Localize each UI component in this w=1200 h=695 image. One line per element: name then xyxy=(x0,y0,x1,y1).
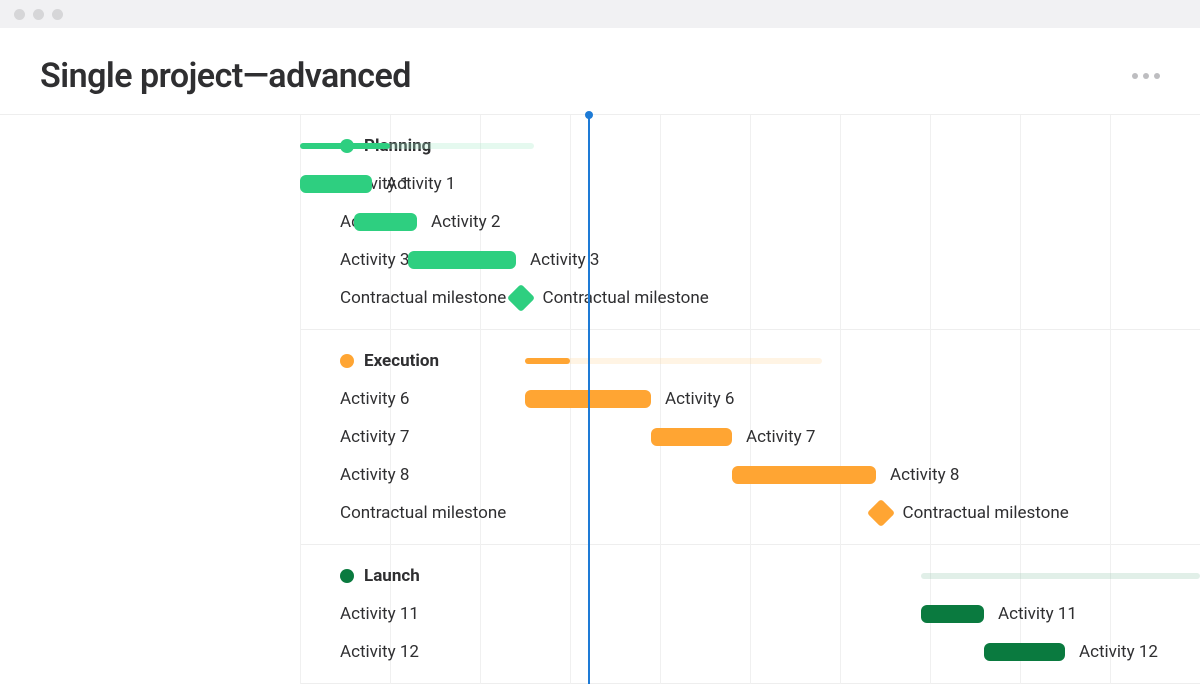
task-bar[interactable] xyxy=(732,466,876,484)
gantt-lane: Activity 7 xyxy=(300,418,1200,456)
task-bar-label: Activity 11 xyxy=(998,604,1077,624)
gantt-lane xyxy=(300,557,1200,595)
gantt-lane xyxy=(300,342,1200,380)
task-bar[interactable] xyxy=(300,175,372,193)
more-options-icon xyxy=(1132,73,1138,79)
task-bar-label: Activity 8 xyxy=(890,465,959,485)
gantt-group-header[interactable]: Planning xyxy=(300,127,1200,165)
task-bar-label: Activity 12 xyxy=(1079,642,1158,662)
app-window: Single project—advanced PlanningActivity… xyxy=(0,0,1200,695)
summary-bar-track[interactable] xyxy=(921,573,1200,579)
page-content: Single project—advanced PlanningActivity… xyxy=(0,28,1200,695)
gantt-row: Contractual milestoneContractual milesto… xyxy=(300,494,1200,532)
more-options-button[interactable] xyxy=(1132,73,1160,79)
gantt-lane: Activity 2 xyxy=(300,203,1200,241)
gantt-lane: Contractual milestone xyxy=(300,279,1200,317)
window-minimize-icon[interactable] xyxy=(33,9,44,20)
gantt-lane: Contractual milestone xyxy=(300,494,1200,532)
window-close-icon[interactable] xyxy=(14,9,25,20)
gantt-row: Activity 8Activity 8 xyxy=(300,456,1200,494)
task-bar[interactable] xyxy=(408,251,516,269)
task-bar-label: Activity 6 xyxy=(665,389,734,409)
gantt-lane: Activity 11 xyxy=(300,595,1200,633)
task-bar-label: Activity 2 xyxy=(431,212,500,232)
milestone-label: Contractual milestone xyxy=(903,503,1069,523)
gantt-group-launch: LaunchActivity 11Activity 11Activity 12A… xyxy=(300,545,1200,684)
gantt-group-planning: PlanningActivity 1Activity 1Activity 2Ac… xyxy=(300,115,1200,330)
gantt-lane xyxy=(300,127,1200,165)
more-options-icon xyxy=(1154,73,1160,79)
gantt-row: Activity 3Activity 3 xyxy=(300,241,1200,279)
milestone-label: Contractual milestone xyxy=(543,288,709,308)
gantt-row: Activity 6Activity 6 xyxy=(300,380,1200,418)
gantt-row: Activity 12Activity 12 xyxy=(300,633,1200,671)
gantt-group-header[interactable]: Execution xyxy=(300,342,1200,380)
task-bar[interactable] xyxy=(921,605,984,623)
gantt-chart: PlanningActivity 1Activity 1Activity 2Ac… xyxy=(0,114,1200,684)
summary-bar-progress[interactable] xyxy=(300,143,390,149)
gantt-row: Activity 11Activity 11 xyxy=(300,595,1200,633)
gantt-lane: Activity 8 xyxy=(300,456,1200,494)
more-options-icon xyxy=(1143,73,1149,79)
task-bar-label: Activity 7 xyxy=(746,427,815,447)
window-zoom-icon[interactable] xyxy=(52,9,63,20)
today-line xyxy=(588,115,590,684)
page-header: Single project—advanced xyxy=(0,56,1200,114)
task-bar-label: Activity 1 xyxy=(386,174,455,194)
milestone-diamond-icon[interactable] xyxy=(506,284,534,312)
task-bar[interactable] xyxy=(354,213,417,231)
gantt-lane: Activity 3 xyxy=(300,241,1200,279)
today-marker-icon xyxy=(585,111,593,119)
milestone-diamond-icon[interactable] xyxy=(866,499,894,527)
page-title: Single project—advanced xyxy=(40,56,411,96)
summary-bar-progress[interactable] xyxy=(525,358,570,364)
gantt-lane: Activity 1 xyxy=(300,165,1200,203)
task-bar[interactable] xyxy=(984,643,1065,661)
gantt-lane: Activity 12 xyxy=(300,633,1200,671)
gantt-group-header[interactable]: Launch xyxy=(300,557,1200,595)
gantt-lane: Activity 6 xyxy=(300,380,1200,418)
task-bar[interactable] xyxy=(651,428,732,446)
gantt-group-execution: ExecutionActivity 6Activity 6Activity 7A… xyxy=(300,330,1200,545)
gantt-row: Activity 1Activity 1 xyxy=(300,165,1200,203)
window-titlebar xyxy=(0,0,1200,28)
gantt-row: Activity 2Activity 2 xyxy=(300,203,1200,241)
gantt-row: Contractual milestoneContractual milesto… xyxy=(300,279,1200,317)
gantt-row: Activity 7Activity 7 xyxy=(300,418,1200,456)
